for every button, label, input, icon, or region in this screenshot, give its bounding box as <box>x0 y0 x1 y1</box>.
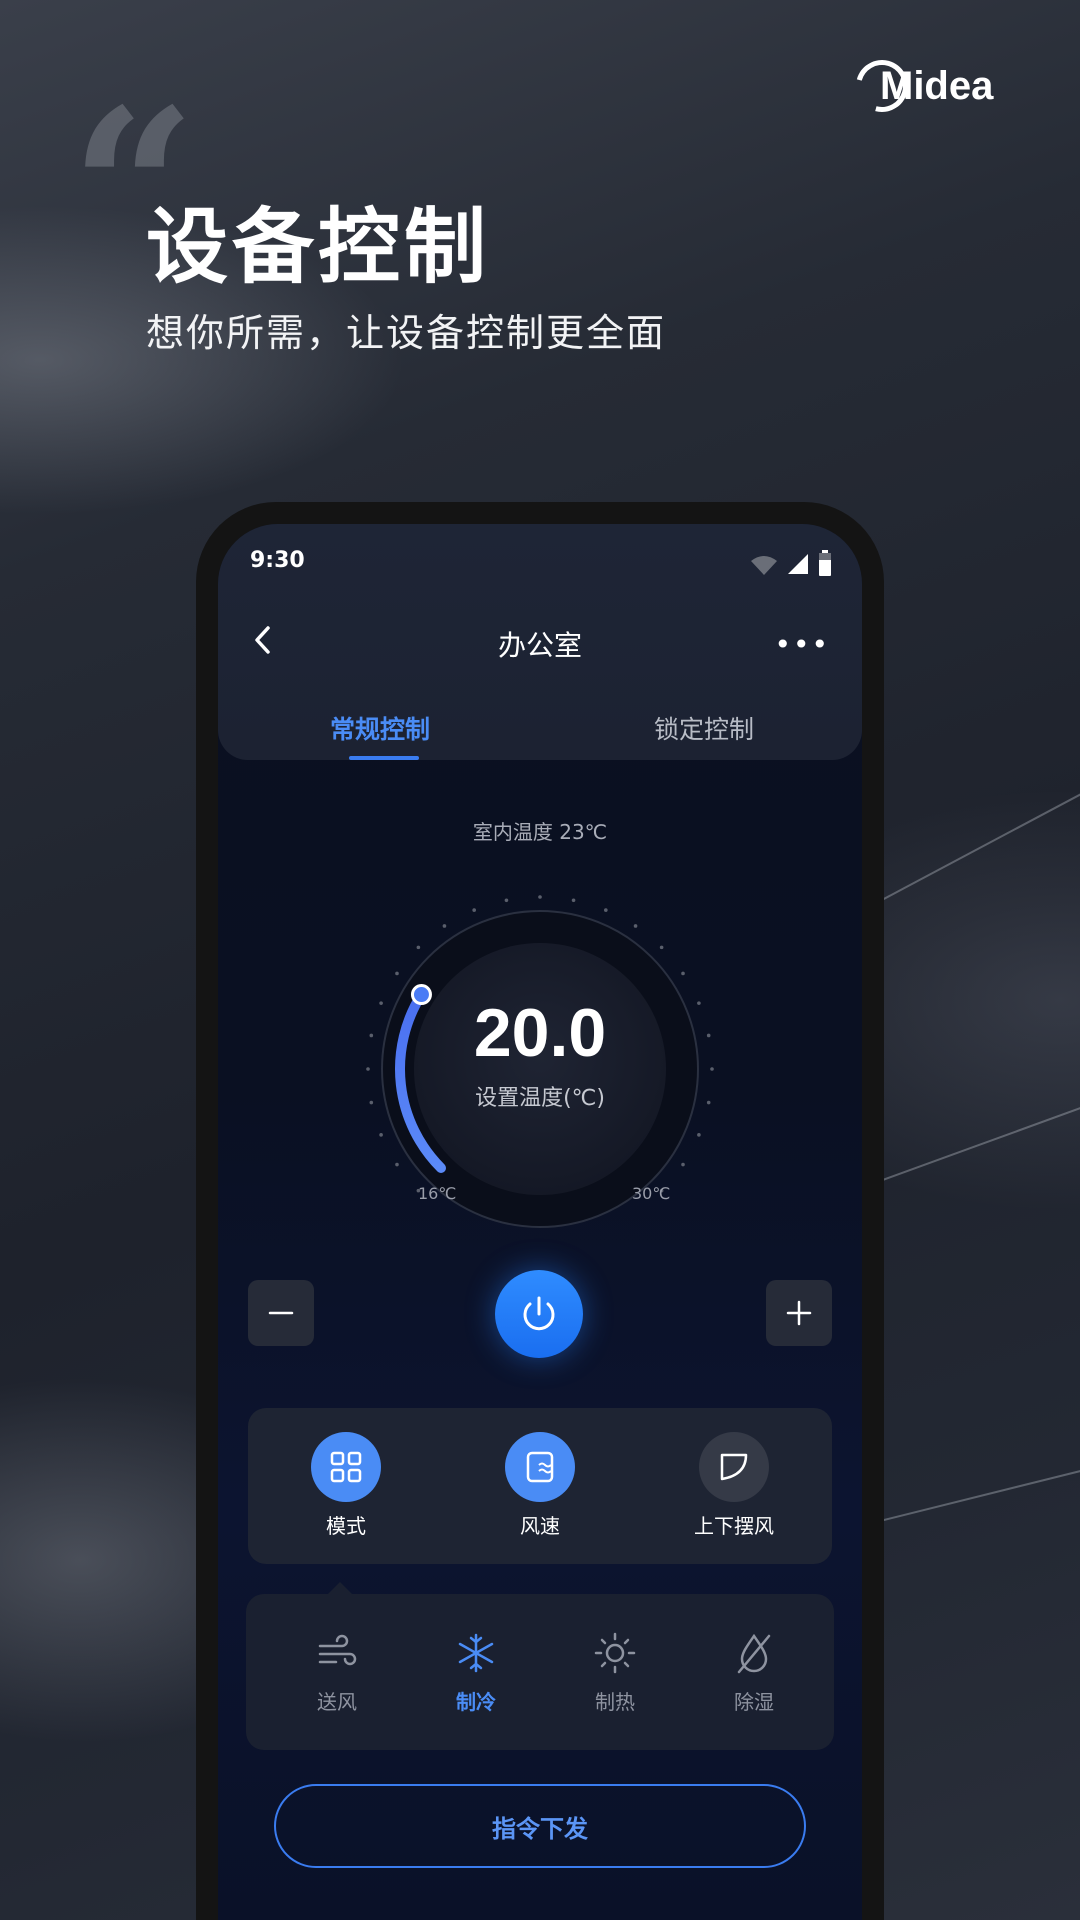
function-panel: 模式 风速 上下摆风 <box>248 1408 832 1564</box>
signal-icon <box>788 554 808 574</box>
function-swing-label: 上下摆风 <box>694 1514 774 1538</box>
wifi-icon <box>751 556 777 575</box>
dial-tick <box>538 895 542 899</box>
dial-min-label: 16℃ <box>418 1184 457 1203</box>
dial-tick <box>395 1162 399 1167</box>
fan-speed-icon <box>526 1451 554 1483</box>
mode-dry[interactable]: 除湿 <box>699 1628 809 1715</box>
power-icon <box>523 1296 555 1331</box>
swing-icon <box>720 1453 748 1481</box>
indoor-temperature: 室内温度 23℃ <box>472 820 608 844</box>
page-title: 办公室 <box>497 629 582 662</box>
dial-tick <box>659 945 664 950</box>
dial-tick <box>416 945 421 950</box>
function-swing-circle <box>699 1432 769 1502</box>
tab-indicator <box>349 756 419 760</box>
dial-tick <box>697 1133 701 1137</box>
dial-tick <box>633 924 638 928</box>
function-swing[interactable]: 上下摆风 <box>664 1432 804 1539</box>
set-temperature-value: 20.0 <box>473 995 607 1071</box>
mode-fan[interactable]: 送风 <box>282 1628 392 1715</box>
function-mode-circle <box>311 1432 381 1502</box>
dial-tick <box>472 908 476 912</box>
dial-tick <box>604 908 608 912</box>
grid-icon <box>330 1451 362 1483</box>
panel-pointer <box>328 1582 352 1594</box>
minus-icon <box>268 1311 294 1315</box>
dial-tick <box>442 924 447 928</box>
dial-tick <box>681 971 685 976</box>
function-fan-speed[interactable]: 风速 <box>470 1432 610 1539</box>
decrease-temp-button[interactable] <box>248 1280 314 1346</box>
midea-logo: Midea <box>846 50 1016 122</box>
hero-subtitle: 想你所需，让设备控制更全面 <box>146 311 667 355</box>
function-mode-label: 模式 <box>326 1514 366 1538</box>
mode-dry-label: 除湿 <box>734 1690 774 1714</box>
more-menu-icon[interactable]: ••• <box>774 628 830 661</box>
function-fan-speed-circle <box>505 1432 575 1502</box>
header-panel: 9:30 办公室 ••• 常规控制 锁定控制 <box>218 524 862 760</box>
dial-max-label: 30℃ <box>632 1184 671 1203</box>
dial-tick <box>504 898 509 903</box>
function-mode[interactable]: 模式 <box>276 1432 416 1539</box>
snowflake-icon <box>458 1633 494 1673</box>
logo-ring-icon <box>846 50 918 122</box>
mode-cool[interactable]: 制冷 <box>421 1628 531 1715</box>
phone-screen: 9:30 办公室 ••• 常规控制 锁定控制 室内温度 23℃ 20.0 设置温… <box>218 524 862 1920</box>
dial-tick <box>395 971 399 976</box>
dial-tick <box>379 1133 383 1137</box>
tab-regular-control[interactable]: 常规控制 <box>330 710 430 746</box>
power-button[interactable] <box>495 1270 583 1358</box>
mode-fan-label: 送风 <box>317 1690 357 1714</box>
dehumidify-icon <box>737 1633 771 1674</box>
mode-heat-label: 制热 <box>595 1690 635 1714</box>
status-icons <box>750 550 832 576</box>
mode-cool-label: 制冷 <box>456 1690 496 1714</box>
status-time: 9:30 <box>250 548 305 573</box>
tab-lock-control[interactable]: 锁定控制 <box>654 710 754 746</box>
mode-heat[interactable]: 制热 <box>560 1628 670 1715</box>
plus-icon <box>786 1300 812 1326</box>
function-fan-speed-label: 风速 <box>520 1514 560 1538</box>
hero-title: 设备控制 <box>146 200 491 295</box>
dial-tick <box>571 898 576 903</box>
send-command-button[interactable]: 指令下发 <box>274 1784 806 1868</box>
phone-frame: 9:30 办公室 ••• 常规控制 锁定控制 室内温度 23℃ 20.0 设置温… <box>196 502 884 1920</box>
dial-tick <box>681 1162 685 1167</box>
increase-temp-button[interactable] <box>766 1280 832 1346</box>
set-temperature-label: 设置温度(℃) <box>475 1086 605 1111</box>
wind-icon <box>318 1634 357 1666</box>
sun-icon <box>594 1632 636 1674</box>
battery-icon <box>819 550 831 576</box>
mode-panel: 送风 制冷 制热 除湿 <box>246 1594 834 1750</box>
